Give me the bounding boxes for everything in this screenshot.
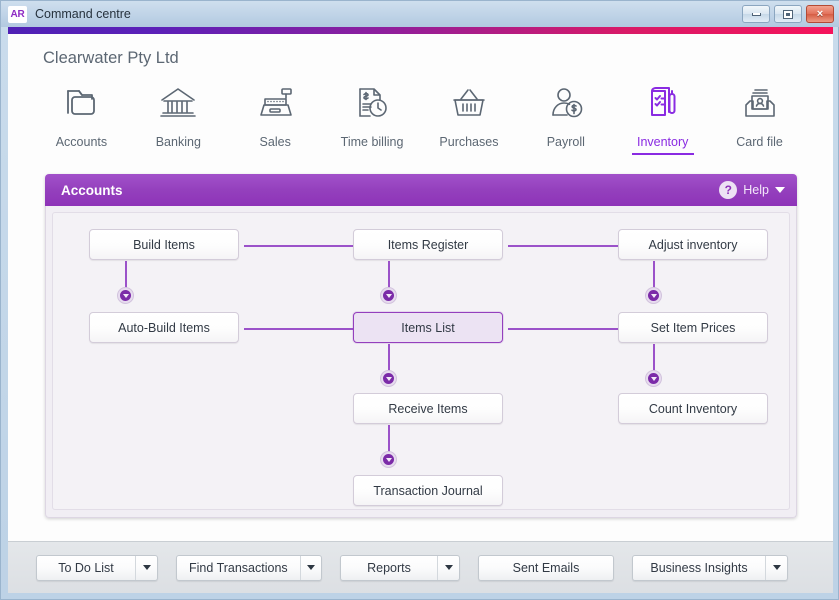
title-bar: AR Command centre ×: [1, 1, 839, 27]
brand-accent-strip: [8, 27, 833, 34]
close-icon: ×: [816, 7, 824, 20]
flow-button-transaction-journal[interactable]: Transaction Journal: [353, 475, 503, 506]
flow-arrow-marker: [117, 287, 134, 304]
business-insights-dropdown[interactable]: [765, 555, 787, 580]
connector-build-to-register: [244, 245, 359, 247]
help-button[interactable]: ? Help: [719, 181, 769, 199]
flow-button-auto-build-items[interactable]: Auto-Build Items: [89, 312, 239, 343]
nav-active-underline: [631, 152, 694, 155]
close-button[interactable]: ×: [806, 5, 834, 23]
to-do-list-dropdown[interactable]: [135, 555, 157, 580]
connector-register-to-adjust: [508, 245, 623, 247]
business-insights-button[interactable]: Business Insights: [632, 554, 788, 581]
panel-title: Accounts: [61, 182, 123, 198]
basket-icon: [447, 81, 491, 127]
window-title: Command centre: [35, 7, 131, 21]
connector-itemslist-to-prices: [508, 328, 623, 330]
find-transactions-button[interactable]: Find Transactions: [176, 554, 322, 581]
reports-dropdown[interactable]: [437, 555, 459, 580]
sent-emails-label: Sent Emails: [512, 560, 580, 575]
page-content: Clearwater Pty Ltd Accounts Banking Sale…: [8, 34, 833, 541]
panel-body: Build Items Items Register Adjust invent…: [45, 206, 797, 518]
folders-icon: [59, 81, 103, 127]
flow-arrow-marker: [380, 370, 397, 387]
chevron-down-icon: [444, 565, 453, 570]
nav-label: Card file: [736, 135, 783, 149]
maximize-button[interactable]: [774, 5, 802, 23]
chevron-down-icon: [142, 565, 151, 570]
nav-item-time-billing[interactable]: Time billing: [324, 79, 421, 149]
chevron-down-icon: [306, 565, 315, 570]
nav-item-inventory[interactable]: Inventory: [614, 79, 711, 155]
nav-label: Payroll: [546, 135, 585, 149]
flow-button-items-list[interactable]: Items List: [353, 312, 503, 343]
window-controls: ×: [742, 5, 834, 23]
flow-button-count-inventory[interactable]: Count Inventory: [618, 393, 768, 424]
bottom-toolbar: To Do List Find Transactions Reports Sen…: [8, 541, 833, 593]
nav-item-card-file[interactable]: Card file: [711, 79, 808, 149]
find-transactions-dropdown[interactable]: [299, 555, 321, 580]
nav-label: Inventory: [636, 135, 689, 149]
nav-item-banking[interactable]: Banking: [130, 79, 227, 149]
minimize-button[interactable]: [742, 5, 770, 23]
flow-button-receive-items[interactable]: Receive Items: [353, 393, 503, 424]
flow-arrow-marker: [380, 287, 397, 304]
nav-label: Purchases: [439, 135, 499, 149]
reports-label: Reports: [367, 560, 411, 575]
nav-label: Banking: [155, 135, 201, 149]
bank-icon: [156, 81, 200, 127]
flow-arrow-marker: [380, 451, 397, 468]
chevron-down-icon: [772, 565, 781, 570]
workflow-diagram: Build Items Items Register Adjust invent…: [52, 212, 790, 510]
minimize-icon: [751, 12, 761, 16]
nav-item-payroll[interactable]: Payroll: [517, 79, 614, 149]
sent-emails-button[interactable]: Sent Emails: [478, 554, 614, 581]
app-logo-badge: AR: [8, 5, 27, 23]
flow-arrow-marker: [645, 287, 662, 304]
flow-arrow-marker: [645, 370, 662, 387]
reports-button[interactable]: Reports: [340, 554, 460, 581]
clipboard-pen-icon: [641, 81, 685, 127]
flow-button-build-items[interactable]: Build Items: [89, 229, 239, 260]
command-centre-panel: Accounts ? Help Build Items Items Regist…: [45, 174, 797, 518]
person-dollar-icon: [544, 81, 588, 127]
connector-autobuild-to-itemslist: [244, 328, 359, 330]
card-tray-icon: [738, 81, 782, 127]
chevron-down-icon[interactable]: [775, 187, 785, 193]
invoice-clock-icon: [350, 81, 394, 127]
nav-item-purchases[interactable]: Purchases: [421, 79, 518, 149]
help-label: Help: [743, 183, 769, 197]
to-do-list-button[interactable]: To Do List: [36, 554, 158, 581]
business-insights-label: Business Insights: [650, 560, 748, 575]
nav-label: Sales: [259, 135, 291, 149]
nav-item-accounts[interactable]: Accounts: [33, 79, 130, 149]
flow-button-set-item-prices[interactable]: Set Item Prices: [618, 312, 768, 343]
find-transactions-label: Find Transactions: [189, 560, 288, 575]
command-centre-nav: Accounts Banking Sales Time billing Purc…: [33, 79, 808, 159]
maximize-icon: [783, 9, 793, 19]
application-window: AR Command centre × Clearwater Pty Ltd A…: [0, 0, 839, 600]
cash-register-icon: [253, 81, 297, 127]
to-do-list-label: To Do List: [58, 560, 114, 575]
flow-button-adjust-inventory[interactable]: Adjust inventory: [618, 229, 768, 260]
company-name: Clearwater Pty Ltd: [43, 49, 179, 67]
nav-item-sales[interactable]: Sales: [227, 79, 324, 149]
panel-header: Accounts ? Help: [45, 174, 797, 206]
question-mark-icon: ?: [719, 181, 738, 199]
nav-label: Accounts: [55, 135, 108, 149]
nav-label: Time billing: [340, 135, 404, 149]
flow-button-items-register[interactable]: Items Register: [353, 229, 503, 260]
